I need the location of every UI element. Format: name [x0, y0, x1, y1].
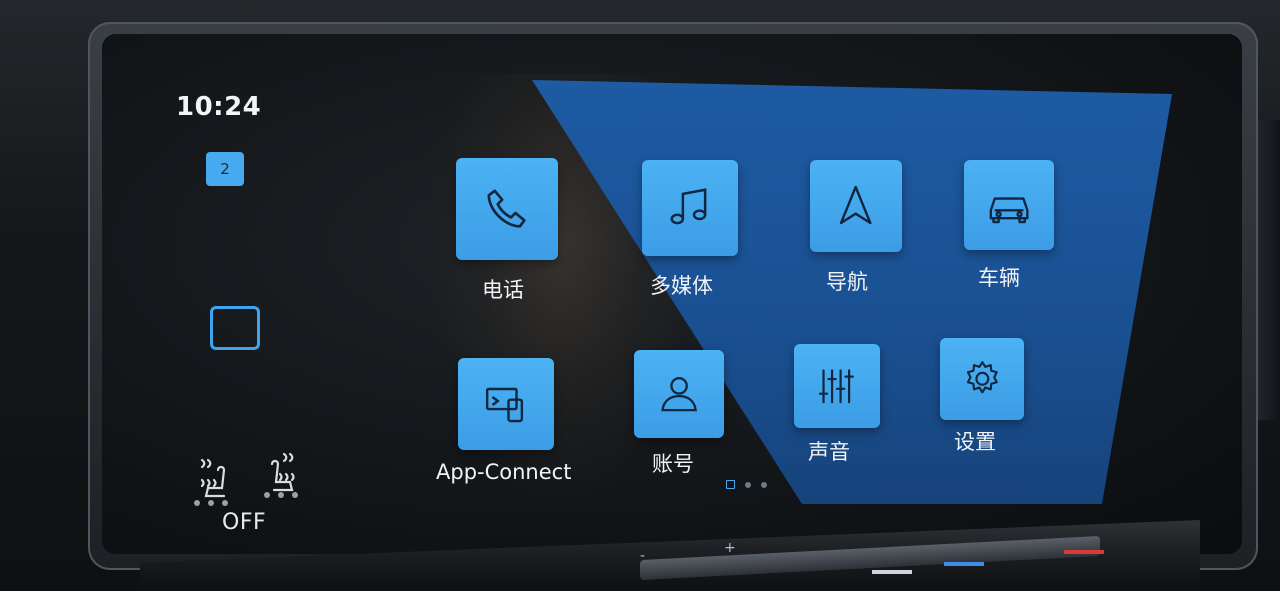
media-label: 多媒体 — [650, 274, 713, 298]
account-tile[interactable] — [634, 350, 724, 438]
settings-tile[interactable] — [940, 338, 1024, 420]
music-note-icon — [670, 188, 707, 225]
vehicle-label: 车辆 — [978, 266, 1020, 290]
page-indicator[interactable] — [726, 480, 767, 489]
page-dot[interactable] — [761, 481, 767, 488]
app-connect-label: App-Connect — [436, 460, 572, 484]
slider-marker-white — [872, 570, 912, 574]
seat-heating-right-icon[interactable] — [260, 448, 304, 498]
notification-badge[interactable]: 2 — [206, 152, 244, 186]
seat-heating-left-icon[interactable] — [192, 454, 236, 504]
phone-tile[interactable] — [456, 158, 558, 260]
vehicle-tile[interactable] — [964, 160, 1054, 250]
account-label: 账号 — [652, 452, 694, 476]
app-connect-tile[interactable] — [458, 358, 554, 450]
sound-label: 声音 — [808, 440, 850, 464]
equalizer-icon — [818, 369, 854, 403]
slider-marker-red — [1064, 550, 1104, 554]
clock: 10:24 — [176, 92, 262, 122]
app-connect-icon — [486, 388, 524, 423]
sound-tile[interactable] — [794, 344, 880, 428]
minus-icon: - — [640, 548, 646, 564]
page-dot-active[interactable] — [726, 480, 735, 489]
gear-icon — [966, 361, 998, 394]
seat-heating-status: OFF — [222, 510, 267, 535]
media-tile[interactable] — [642, 160, 738, 256]
navigation-tile[interactable] — [810, 160, 902, 252]
car-icon — [989, 197, 1029, 224]
page-dot[interactable] — [745, 481, 751, 488]
settings-label: 设置 — [954, 430, 996, 454]
infotainment-screen: 10:24 2 OFF 电话 多媒体 导航 车辆 App-Connect 账号 … — [102, 34, 1242, 554]
home-square-button[interactable] — [210, 306, 260, 350]
user-account-icon — [661, 377, 697, 412]
phone-icon — [487, 189, 527, 229]
plus-icon: + — [724, 540, 736, 556]
seat-level-right — [264, 492, 298, 498]
navigation-label: 导航 — [826, 270, 868, 294]
seat-level-left — [194, 500, 228, 506]
slider-marker-blue — [944, 562, 984, 566]
phone-label: 电话 — [482, 278, 524, 302]
navigation-arrow-icon — [840, 186, 872, 225]
